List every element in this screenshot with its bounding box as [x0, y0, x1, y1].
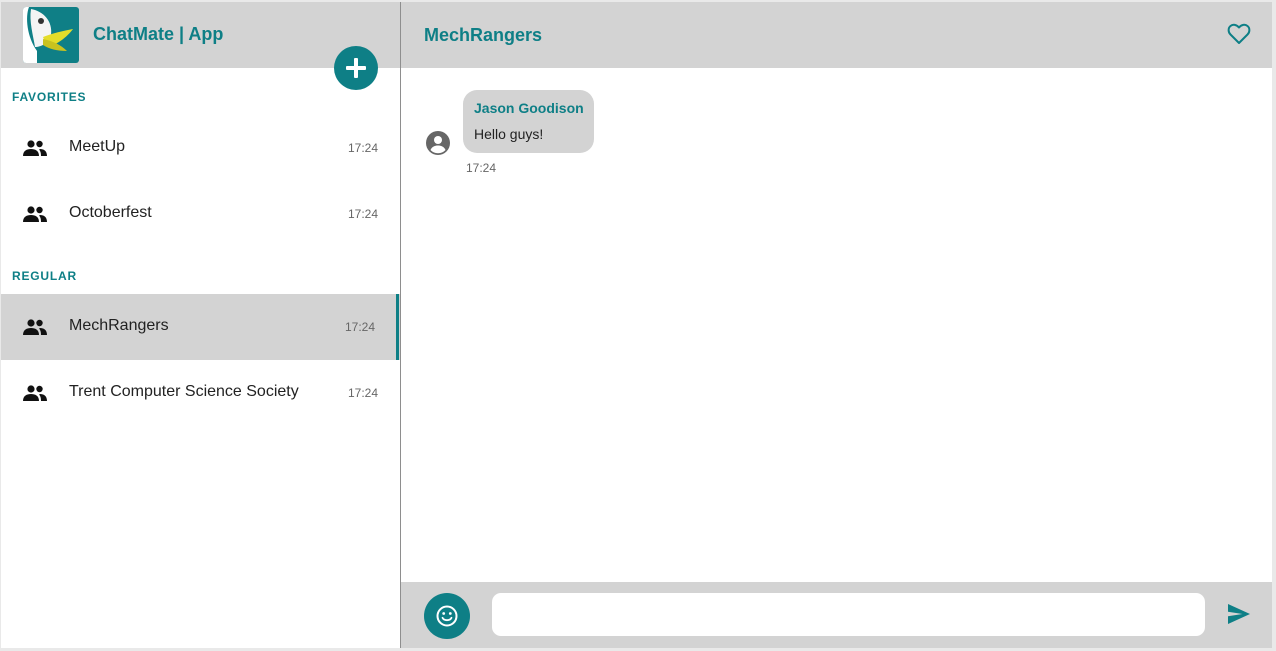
- app-title: ChatMate | App: [93, 24, 224, 44]
- chat-name: Octoberfest: [69, 204, 152, 221]
- app-logo: [23, 7, 79, 63]
- app-window: ChatMate | App FAVORITES MeetUp 17:24 Oc…: [1, 2, 1272, 648]
- chat-name: MeetUp: [69, 138, 126, 155]
- plus-icon: [346, 58, 366, 78]
- chat-item-meetup[interactable]: MeetUp 17:24: [1, 115, 400, 181]
- group-icon: [23, 206, 47, 222]
- message-bubble: Jason Goodison Hello guys!: [463, 90, 594, 153]
- chat-item-mechrangers[interactable]: MechRangers 17:24: [1, 294, 400, 360]
- chat-item-octoberfest[interactable]: Octoberfest 17:24: [1, 181, 400, 247]
- chat-title: MechRangers: [424, 25, 543, 45]
- emoji-button[interactable]: [424, 593, 470, 639]
- message-time: 17:24: [466, 161, 497, 175]
- chat-name: MechRangers: [69, 317, 169, 334]
- section-label-favorites: FAVORITES: [12, 90, 87, 104]
- section-label-regular: REGULAR: [12, 269, 77, 283]
- message-input[interactable]: [492, 593, 1205, 636]
- chat-time: 17:24: [344, 320, 375, 334]
- chat-header: MechRangers: [401, 2, 1272, 68]
- message-sender: Jason Goodison: [474, 100, 584, 116]
- chat-name: Trent Computer Science Society: [69, 383, 299, 400]
- chat-time: 17:24: [347, 207, 378, 221]
- smiley-icon: [436, 605, 458, 627]
- chat-item-trent-computer-science-society[interactable]: Trent Computer Science Society 17:24: [1, 360, 400, 426]
- chat-time: 17:24: [347, 141, 378, 155]
- favorite-button[interactable]: [1226, 23, 1252, 47]
- send-button[interactable]: [1225, 603, 1253, 627]
- group-icon: [23, 319, 47, 335]
- group-icon: [23, 140, 47, 156]
- new-chat-button[interactable]: [334, 46, 378, 90]
- account-circle-icon: [426, 131, 450, 155]
- message-text: Hello guys!: [474, 126, 544, 142]
- group-icon: [23, 385, 47, 401]
- message-composer: [401, 582, 1272, 648]
- send-icon: [1228, 604, 1250, 624]
- sidebar: ChatMate | App FAVORITES MeetUp 17:24 Oc…: [1, 2, 401, 648]
- chat-time: 17:24: [347, 386, 378, 400]
- heart-outline-icon: [1227, 23, 1251, 44]
- chat-panel: MechRangers Jason Goodison Hello guys! 1…: [401, 2, 1272, 648]
